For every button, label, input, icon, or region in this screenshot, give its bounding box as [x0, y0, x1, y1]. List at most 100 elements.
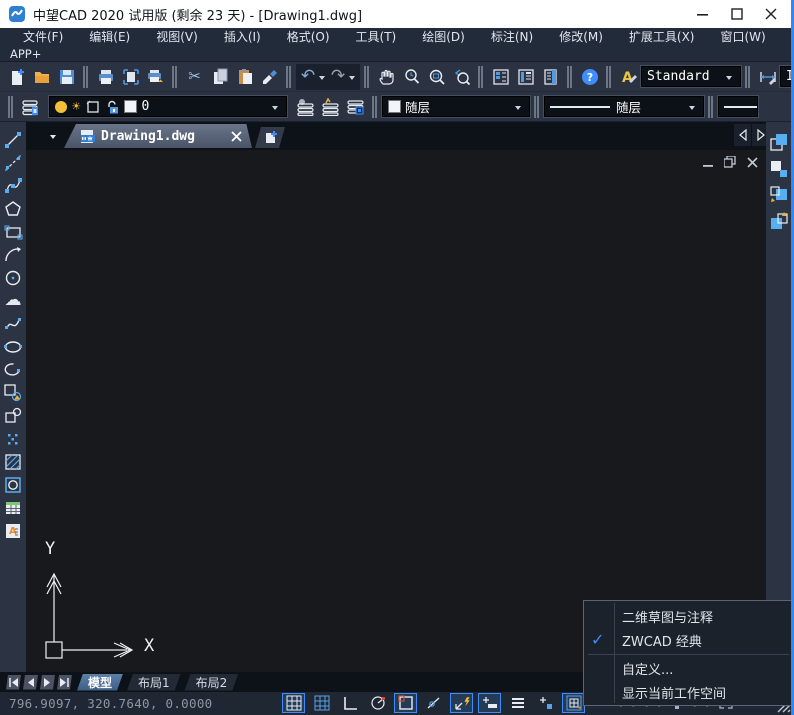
text-style-select[interactable]: Standard	[641, 66, 741, 87]
zoom-previous-button[interactable]	[449, 64, 474, 90]
drawing-canvas[interactable]: Y X	[26, 150, 766, 672]
layer-select[interactable]: ☀ 0	[49, 96, 287, 117]
menu-window[interactable]: 窗口(W)	[708, 28, 779, 47]
layer-previous-button[interactable]	[318, 94, 343, 120]
circle-button[interactable]	[2, 266, 25, 289]
save-button[interactable]	[54, 64, 79, 90]
menu-express-tools[interactable]: 扩展工具(X)	[616, 28, 708, 47]
text-style-button[interactable]: A	[616, 64, 641, 90]
rotate-button[interactable]	[767, 208, 791, 234]
zoom-window-button[interactable]	[424, 64, 449, 90]
copy-object-button[interactable]	[767, 130, 791, 156]
color-select[interactable]: 随层	[382, 96, 530, 117]
undo-button[interactable]: ↶	[298, 64, 318, 90]
document-close-button[interactable]	[742, 154, 762, 170]
layer-color-swatch[interactable]	[124, 100, 137, 113]
layer-properties-button[interactable]	[343, 94, 368, 120]
document-restore-button[interactable]	[720, 154, 740, 170]
layer-states-button[interactable]	[293, 94, 318, 120]
menu-edit[interactable]: 编辑(E)	[76, 28, 143, 47]
new-viewport-freeze-icon[interactable]	[85, 99, 100, 114]
dynamic-input-toggle[interactable]	[534, 693, 557, 713]
angle-snap-toggle[interactable]	[422, 693, 445, 713]
drawing-tab[interactable]: Drawing1.dwg	[64, 124, 252, 148]
grid-toggle[interactable]	[310, 693, 333, 713]
hatch-button[interactable]	[2, 450, 25, 473]
ellipse-arc-button[interactable]	[2, 358, 25, 381]
polar-tracking-toggle[interactable]	[366, 693, 389, 713]
ortho-toggle[interactable]	[338, 693, 361, 713]
menu-item-show-current-workspace[interactable]: 显示当前工作空间	[622, 680, 726, 704]
menu-dimension[interactable]: 标注(N)	[478, 28, 546, 47]
zoom-realtime-button[interactable]	[399, 64, 424, 90]
document-minimize-button[interactable]	[698, 154, 718, 170]
move-button[interactable]	[767, 182, 791, 208]
help-button[interactable]: ?	[577, 64, 602, 90]
first-tab-button[interactable]	[6, 675, 21, 690]
tab-layout1[interactable]: 布局1	[126, 674, 182, 691]
window-minimize-button[interactable]	[686, 2, 720, 26]
model-paper-space-toggle[interactable]	[562, 693, 585, 713]
menu-file[interactable]: 文件(F)	[10, 28, 76, 47]
pan-button[interactable]	[374, 64, 399, 90]
rectangle-button[interactable]	[2, 220, 25, 243]
object-snap-toggle[interactable]	[394, 693, 417, 713]
line-button[interactable]	[2, 128, 25, 151]
layer-thaw-sun-icon[interactable]: ☀	[72, 100, 80, 114]
tab-scroll-left-button[interactable]	[734, 124, 751, 146]
plot-button[interactable]	[143, 64, 168, 90]
match-properties-button[interactable]	[257, 64, 282, 90]
paste-button[interactable]	[232, 64, 257, 90]
undo-dropdown-caret[interactable]	[319, 76, 325, 83]
polyline-button[interactable]	[2, 174, 25, 197]
dimension-style-button[interactable]	[755, 64, 780, 90]
construction-line-button[interactable]	[2, 151, 25, 174]
redo-button[interactable]: ↷	[328, 64, 348, 90]
layer-manager-button[interactable]	[18, 94, 43, 120]
spline-button[interactable]	[2, 312, 25, 335]
insert-block-button[interactable]	[2, 381, 25, 404]
menu-item-customize[interactable]: 自定义...	[622, 656, 673, 680]
object-snap-tracking-toggle[interactable]	[450, 693, 473, 713]
redo-dropdown-caret[interactable]	[349, 76, 355, 83]
table-button[interactable]	[2, 496, 25, 519]
menu-draw[interactable]: 绘图(D)	[409, 28, 478, 47]
window-close-button[interactable]	[754, 2, 788, 26]
ellipse-button[interactable]	[2, 335, 25, 358]
layer-unlock-icon[interactable]	[105, 99, 119, 114]
previous-tab-button[interactable]	[23, 675, 38, 690]
menu-item-zwcad-classic[interactable]: ZWCAD 经典	[622, 628, 702, 652]
tab-list-dropdown-button[interactable]	[44, 128, 62, 144]
lineweight-select[interactable]	[718, 96, 758, 117]
linetype-select[interactable]: 随层	[544, 96, 704, 117]
new-file-button[interactable]	[4, 64, 29, 90]
revision-cloud-button[interactable]: ☁	[2, 289, 25, 312]
polygon-button[interactable]	[2, 197, 25, 220]
snap-toggle[interactable]	[282, 693, 305, 713]
print-button[interactable]	[93, 64, 118, 90]
menu-format[interactable]: 格式(O)	[274, 28, 343, 47]
status-menu-button[interactable]	[506, 693, 529, 713]
open-file-button[interactable]	[29, 64, 54, 90]
next-tab-button[interactable]	[40, 675, 55, 690]
mtext-button[interactable]: A	[2, 519, 25, 542]
cut-button[interactable]: ✂	[182, 64, 207, 90]
menu-app-plus[interactable]: APP+	[10, 47, 41, 61]
properties-palette-button[interactable]	[488, 64, 513, 90]
tab-layout2[interactable]: 布局2	[184, 674, 240, 691]
layer-on-bulb-icon[interactable]	[55, 101, 67, 113]
print-preview-button[interactable]	[118, 64, 143, 90]
tab-close-icon[interactable]	[231, 131, 242, 142]
menu-insert[interactable]: 插入(I)	[211, 28, 274, 47]
menu-modify[interactable]: 修改(M)	[546, 28, 616, 47]
make-block-button[interactable]	[2, 404, 25, 427]
design-center-button[interactable]	[513, 64, 538, 90]
point-button[interactable]	[2, 427, 25, 450]
tool-palette-button[interactable]	[538, 64, 563, 90]
menu-tools[interactable]: 工具(T)	[343, 28, 410, 47]
last-tab-button[interactable]	[57, 675, 72, 690]
menu-item-2d-draft-annotation[interactable]: 二维草图与注释	[622, 604, 713, 628]
scale-button[interactable]	[767, 156, 791, 182]
window-maximize-button[interactable]	[720, 2, 754, 26]
show-lineweight-toggle[interactable]	[478, 693, 501, 713]
